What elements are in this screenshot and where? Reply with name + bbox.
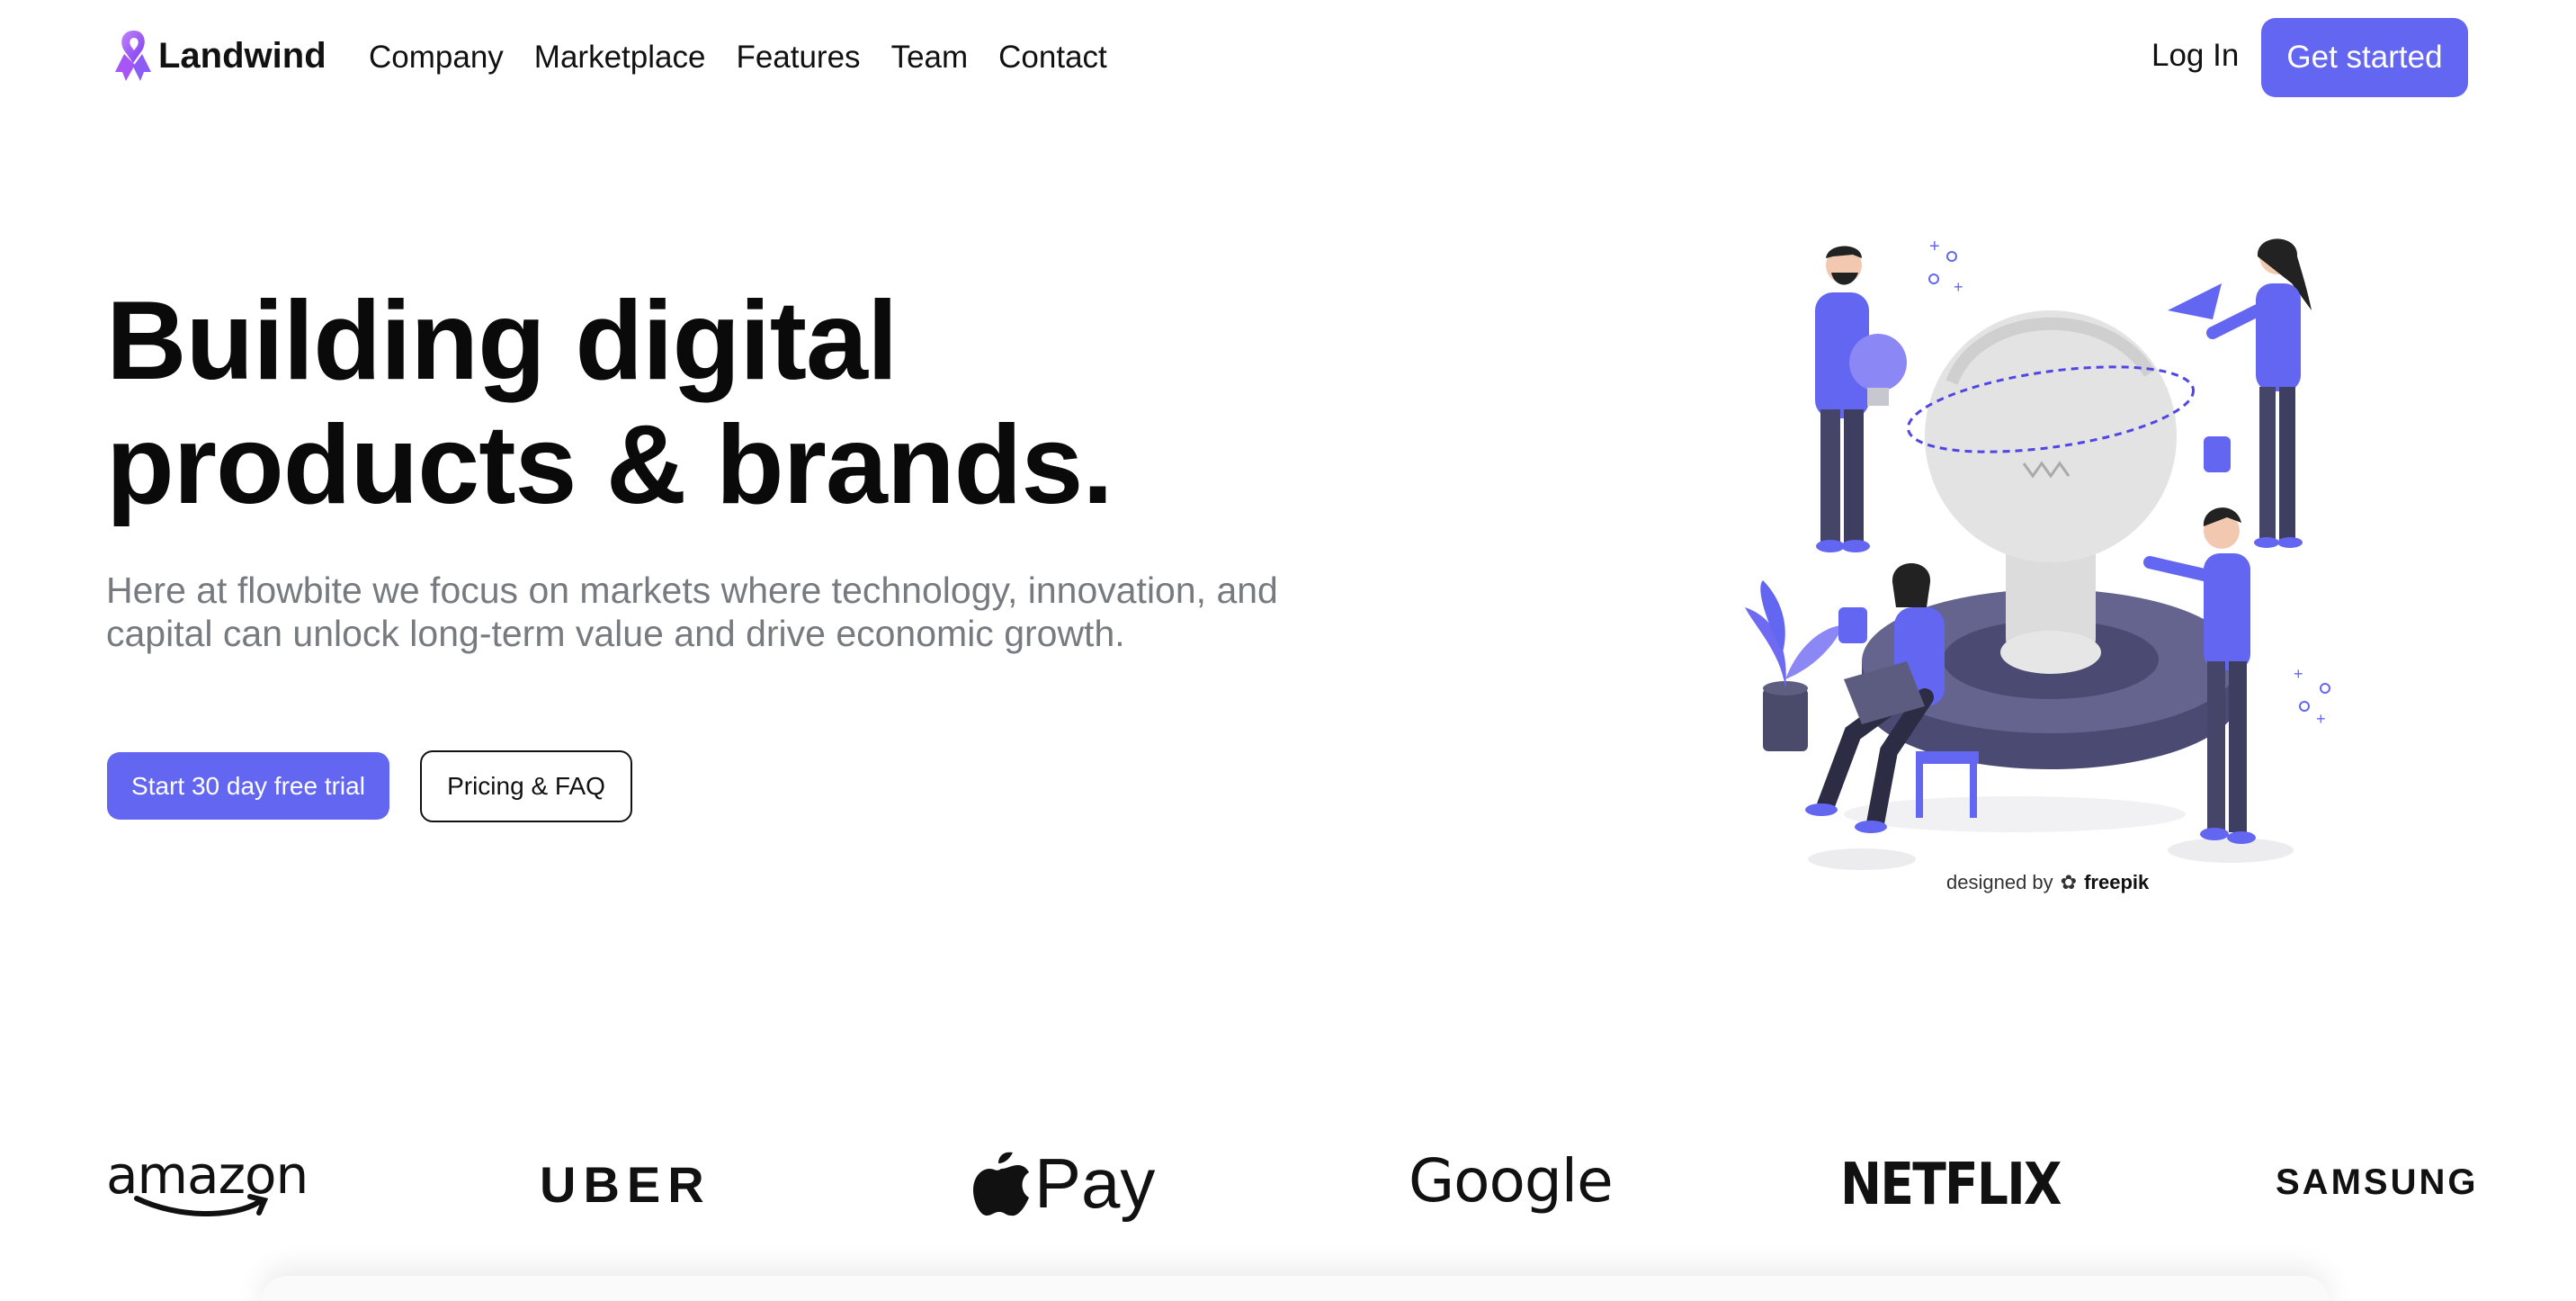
next-section-card-edge — [261, 1276, 2330, 1301]
hero-subtext: Here at flowbite we focus on markets whe… — [106, 570, 1278, 654]
uber-logo[interactable]: UBER — [540, 1155, 711, 1214]
get-started-button[interactable]: Get started — [2261, 18, 2468, 97]
hero-headline-line-1: Building digital — [106, 279, 898, 403]
nav-link-marketplace[interactable]: Marketplace — [534, 40, 706, 76]
google-logo[interactable]: Google — [1409, 1146, 1614, 1216]
apple-icon — [973, 1152, 1029, 1216]
freepik-icon: ✿ — [2060, 871, 2078, 893]
nav-link-company[interactable]: Company — [369, 40, 504, 76]
apple-pay-text: Pay — [1034, 1144, 1156, 1223]
hero-headline: Building digital products & brands. — [106, 279, 1185, 527]
nav-links: Company Marketplace Features Team Contac… — [369, 40, 1107, 76]
amazon-logo[interactable]: amazon — [106, 1144, 309, 1216]
hero-illustration: + + + + — [1745, 237, 2330, 870]
credit-brand: freepik — [2084, 871, 2150, 893]
customer-logos: amazon UBER Pay Google NETFLIX SAMSUNG — [106, 1143, 2475, 1225]
svg-text:+: + — [1954, 278, 1963, 296]
brand-name: Landwind — [158, 35, 326, 76]
samsung-logo[interactable]: SAMSUNG — [2276, 1162, 2478, 1203]
hero-headline-line-2: products & brands. — [106, 403, 1114, 527]
apple-pay-logo[interactable]: Pay — [973, 1143, 1155, 1225]
nav-link-team[interactable]: Team — [891, 40, 969, 76]
svg-text:+: + — [1929, 237, 1940, 256]
netflix-logo[interactable]: NETFLIX — [1840, 1152, 2062, 1218]
amazon-smile-icon — [134, 1194, 269, 1216]
start-trial-button[interactable]: Start 30 day free trial — [107, 752, 389, 820]
login-link[interactable]: Log In — [2151, 38, 2239, 74]
pricing-faq-button[interactable]: Pricing & FAQ — [420, 750, 632, 822]
nav-link-features[interactable]: Features — [736, 40, 860, 76]
svg-text:+: + — [2316, 710, 2326, 728]
brand-link[interactable]: Landwind — [112, 27, 326, 85]
svg-text:+: + — [2294, 665, 2303, 683]
nav-link-contact[interactable]: Contact — [998, 40, 1107, 76]
top-navigation: Landwind Company Marketplace Features Te… — [0, 0, 2576, 117]
landwind-logo-icon — [115, 31, 151, 81]
credit-prefix: designed by — [1946, 871, 2053, 893]
illustration-credit: designed by ✿ freepik — [1946, 871, 2149, 894]
